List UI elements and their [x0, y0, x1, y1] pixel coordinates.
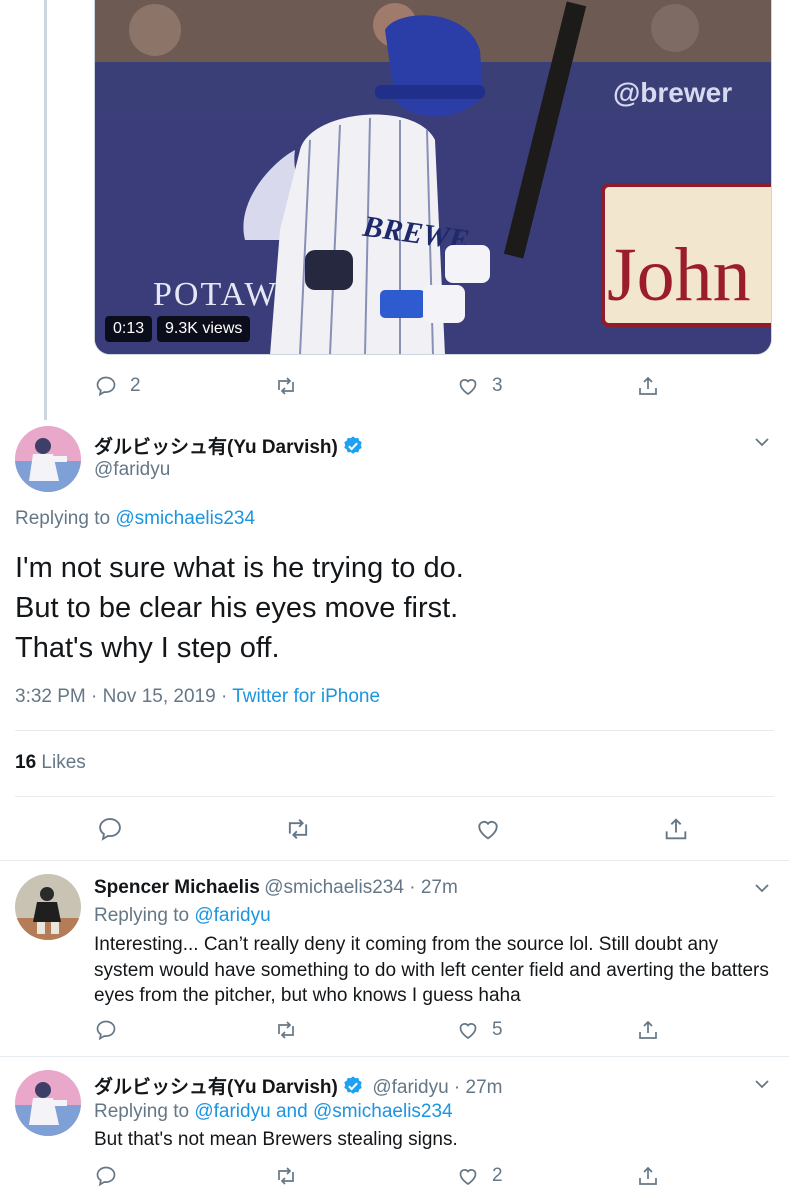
reply-button[interactable] — [96, 815, 124, 843]
avatar-image — [15, 426, 81, 492]
likes-stat[interactable]: 16 Likes — [15, 752, 86, 774]
reply2-text: But that's not mean Brewers stealing sig… — [94, 1129, 458, 1150]
like-button[interactable]: 5 — [456, 1018, 503, 1042]
reply-icon — [96, 376, 116, 397]
tweet-text-line: But to be clear his eyes move first. — [15, 592, 459, 624]
handle-time[interactable]: @smichaelis234 · 27m — [264, 877, 458, 898]
retweet-icon — [288, 819, 308, 839]
avatar-smichaelis234[interactable] — [15, 874, 81, 940]
main-tweet-author: ダルビッシュ有(Yu Darvish) — [94, 432, 364, 459]
sign-potaw: POTAW — [153, 276, 278, 313]
divider — [15, 796, 774, 797]
retweet-button[interactable] — [284, 815, 312, 843]
reply-button[interactable]: 2 — [94, 374, 141, 398]
replying-to-link[interactable]: @faridyu — [194, 1101, 270, 1122]
retweet-button[interactable] — [274, 1018, 298, 1042]
reply-button[interactable] — [94, 1164, 118, 1188]
share-button[interactable] — [662, 815, 690, 843]
chevron-down-icon[interactable] — [752, 878, 772, 898]
retweet-icon — [278, 377, 294, 395]
avatar-image — [15, 1070, 81, 1136]
replying-to-link[interactable]: @smichaelis234 — [313, 1101, 453, 1122]
replying-prefix: Replying to — [94, 1101, 195, 1122]
replying-to: Replying to @faridyu and @smichaelis234 — [94, 1101, 453, 1123]
likes-label: Likes — [41, 752, 86, 773]
like-icon — [478, 820, 498, 840]
tweet-text-line: That's why I step off. — [15, 632, 280, 664]
replying-to-link[interactable]: @faridyu — [194, 905, 270, 926]
avatar-image — [15, 874, 81, 940]
handle-time[interactable]: @faridyu · 27m — [372, 1077, 502, 1098]
like-icon — [459, 1169, 477, 1185]
share-button[interactable] — [636, 1164, 660, 1188]
share-icon — [639, 376, 657, 395]
reply-button[interactable] — [94, 1018, 118, 1042]
replying-prefix: Replying to — [15, 508, 116, 529]
sign-brewer: @brewer — [613, 77, 732, 108]
video-duration: 0:13 — [105, 316, 153, 342]
main-tweet-text: I'm not sure what is he trying to do. Bu… — [15, 548, 464, 668]
tweet-text-line: I'm not sure what is he trying to do. — [15, 552, 464, 584]
like-button[interactable]: 3 — [456, 374, 503, 398]
verified-badge-icon — [344, 436, 362, 454]
reply-count: 2 — [130, 375, 141, 396]
chevron-down-icon[interactable] — [752, 432, 772, 452]
replying-and: and — [270, 1101, 313, 1122]
share-button[interactable] — [636, 374, 660, 398]
reply1-text: Interesting... Can’t really deny it comi… — [94, 934, 769, 1006]
like-button[interactable]: 2 — [456, 1164, 503, 1188]
retweet-icon — [278, 1167, 294, 1185]
divider — [15, 730, 774, 731]
handle[interactable]: @faridyu — [94, 459, 170, 481]
replying-to-link[interactable]: @smichaelis234 — [115, 508, 255, 529]
replying-to: Replying to @faridyu — [94, 905, 271, 927]
reply1-header: Spencer Michaelis @smichaelis234 · 27m — [94, 877, 458, 899]
timestamp[interactable]: 3:32 PM · Nov 15, 2019 · — [15, 686, 232, 707]
like-count: 2 — [492, 1165, 503, 1186]
share-icon — [665, 818, 687, 840]
share-button[interactable] — [636, 1018, 660, 1042]
sign-john: John — [607, 233, 751, 317]
video-views: 9.3K views — [157, 316, 251, 342]
reply-icon — [96, 1020, 116, 1041]
tweet-metadata: 3:32 PM · Nov 15, 2019 · Twitter for iPh… — [15, 686, 380, 708]
retweet-icon — [278, 1021, 294, 1039]
reply-icon — [99, 818, 121, 841]
reply2-actions: 2 — [94, 1164, 674, 1194]
tweet-actions-1: 2 3 — [94, 374, 674, 404]
like-count: 5 — [492, 1019, 503, 1040]
divider — [0, 860, 789, 861]
replying-to: Replying to @smichaelis234 — [15, 508, 255, 530]
reply2-header: ダルビッシュ有(Yu Darvish) @faridyu · 27m — [94, 1072, 503, 1099]
like-icon — [459, 1023, 477, 1039]
like-button[interactable] — [474, 815, 502, 843]
chevron-down-icon[interactable] — [752, 1074, 772, 1094]
source-link[interactable]: Twitter for iPhone — [232, 686, 380, 707]
video-frame: @brewer POTAW John BREWE — [95, 0, 771, 354]
share-icon — [639, 1166, 657, 1185]
reply1-actions: 5 — [94, 1018, 674, 1048]
reply-icon — [96, 1166, 116, 1187]
retweet-button[interactable] — [274, 1164, 298, 1188]
likes-count: 16 — [15, 752, 37, 773]
display-name[interactable]: ダルビッシュ有(Yu Darvish) — [94, 437, 338, 458]
replying-prefix: Replying to — [94, 905, 195, 926]
like-icon — [459, 379, 477, 395]
tweet-video[interactable]: @brewer POTAW John BREWE 0:13 9.3K views — [94, 0, 772, 355]
main-tweet-actions — [96, 815, 706, 843]
avatar-faridyu[interactable] — [15, 426, 81, 492]
thread-line — [44, 0, 47, 420]
avatar-faridyu[interactable] — [15, 1070, 81, 1136]
divider — [0, 1056, 789, 1057]
retweet-button[interactable] — [274, 374, 298, 398]
display-name[interactable]: Spencer Michaelis — [94, 877, 260, 898]
display-name[interactable]: ダルビッシュ有(Yu Darvish) — [94, 1077, 338, 1098]
share-icon — [639, 1020, 657, 1039]
verified-badge-icon — [344, 1076, 362, 1094]
like-count: 3 — [492, 375, 503, 396]
